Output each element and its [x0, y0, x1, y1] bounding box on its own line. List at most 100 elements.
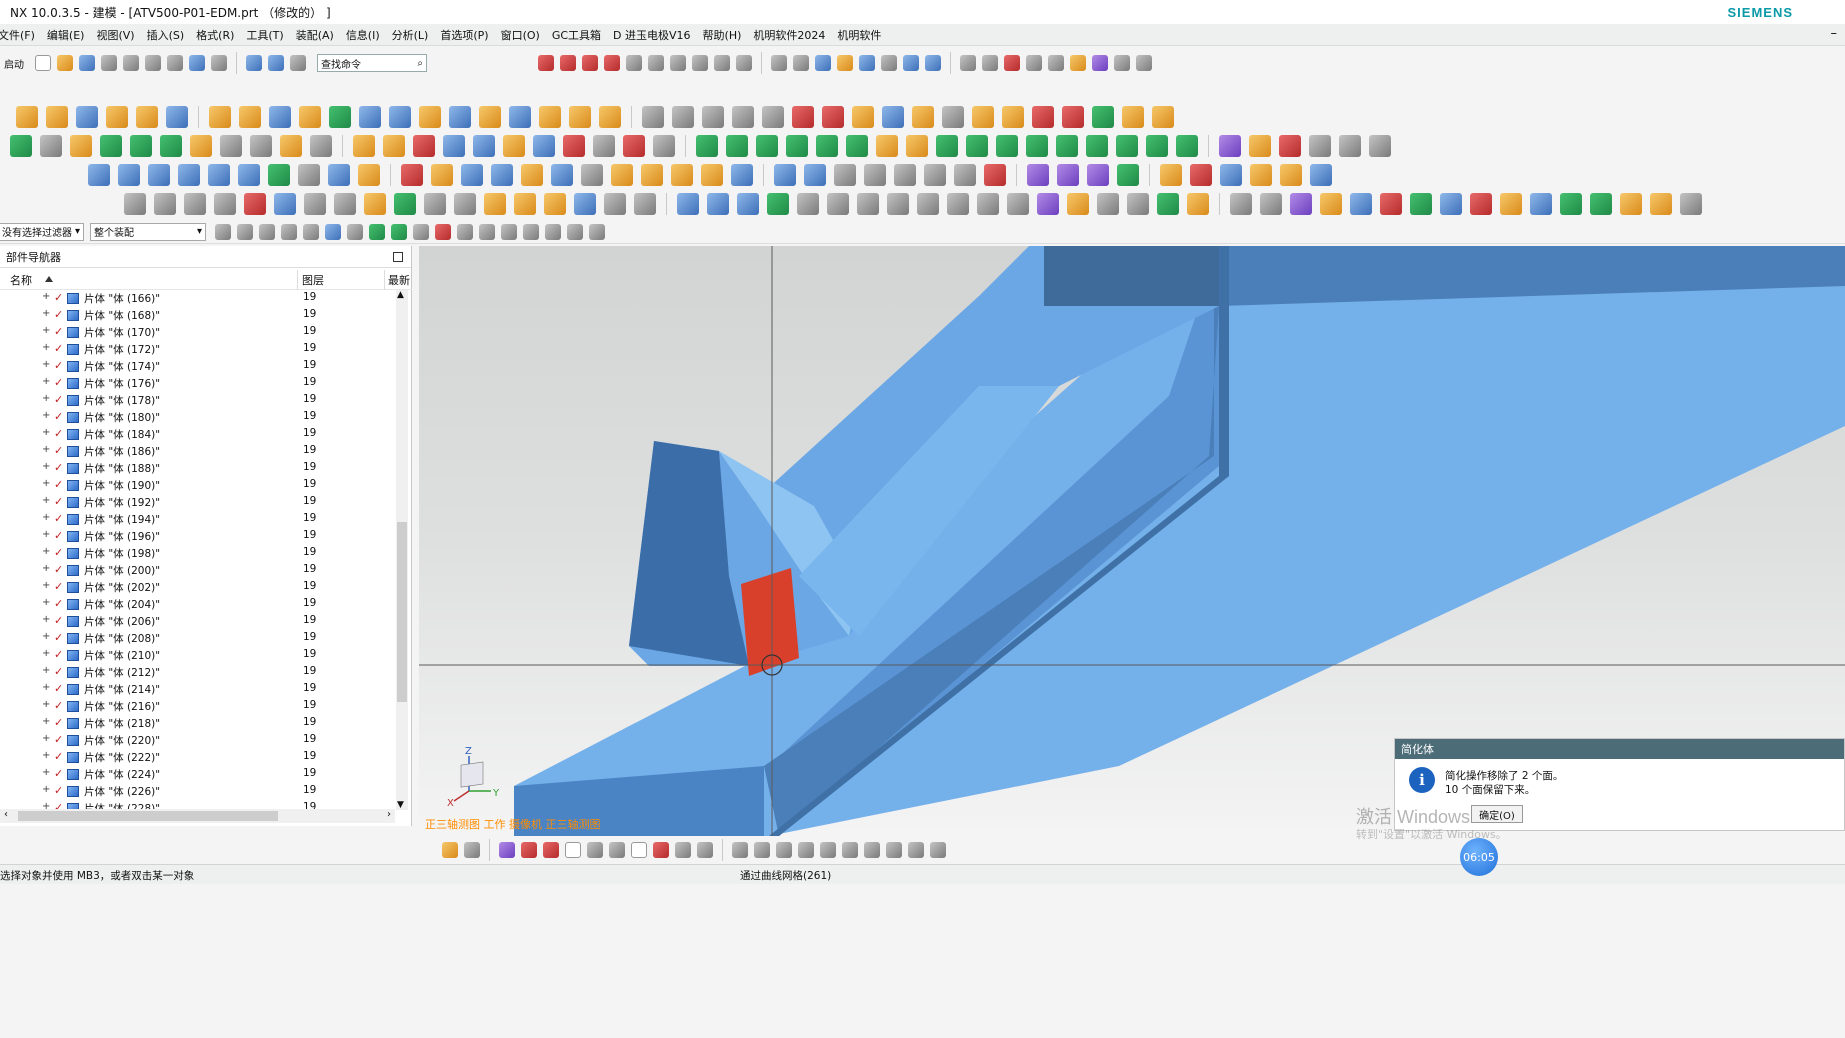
- visibility-check-icon[interactable]: ✓: [54, 496, 65, 507]
- command-search-input[interactable]: 查找命令 ⌕: [317, 54, 427, 72]
- fork-icon[interactable]: [238, 164, 260, 186]
- expand-icon[interactable]: +: [42, 563, 50, 574]
- visibility-check-icon[interactable]: ✓: [54, 343, 65, 354]
- tree-row[interactable]: + ✓ 片体 "体 (224)" 19: [0, 766, 395, 783]
- visibility-check-icon[interactable]: ✓: [54, 683, 65, 694]
- tool-icon[interactable]: [214, 193, 236, 215]
- electrode-11-icon[interactable]: [1056, 135, 1078, 157]
- eraser-icon[interactable]: [1279, 135, 1301, 157]
- tree-row[interactable]: + ✓ 片体 "体 (186)" 19: [0, 443, 395, 460]
- tree-row[interactable]: + ✓ 片体 "体 (222)" 19: [0, 749, 395, 766]
- navigator-horizontal-scrollbar[interactable]: ‹ ›: [0, 809, 395, 823]
- boolean-icon[interactable]: [166, 106, 188, 128]
- tree-row[interactable]: + ✓ 片体 "体 (168)" 19: [0, 307, 395, 324]
- sphere-icon[interactable]: [136, 106, 158, 128]
- tag-icon[interactable]: [1122, 106, 1144, 128]
- expand-icon[interactable]: +: [42, 648, 50, 659]
- menu-tools[interactable]: 工具(T): [240, 27, 289, 43]
- tree-row[interactable]: + ✓ 片体 "体 (192)" 19: [0, 494, 395, 511]
- brush-icon[interactable]: [1070, 55, 1086, 71]
- layered-cube-icon[interactable]: [641, 164, 663, 186]
- midpoint-icon[interactable]: [391, 223, 407, 240]
- open-folder-icon[interactable]: [57, 55, 73, 71]
- ribbon-icon[interactable]: [924, 164, 946, 186]
- analysis-icon[interactable]: [1092, 55, 1108, 71]
- fork-tool-2-icon[interactable]: [154, 193, 176, 215]
- visibility-check-icon[interactable]: ✓: [54, 547, 65, 558]
- visibility-check-icon[interactable]: ✓: [54, 768, 65, 779]
- expand-icon[interactable]: +: [42, 308, 50, 319]
- shell-icon[interactable]: [269, 106, 291, 128]
- extend-sheet-icon[interactable]: [443, 135, 465, 157]
- tree-row[interactable]: + ✓ 片体 "体 (212)" 19: [0, 664, 395, 681]
- tree-row[interactable]: + ✓ 片体 "体 (196)" 19: [0, 528, 395, 545]
- save-icon[interactable]: [79, 55, 95, 71]
- line-icon[interactable]: [521, 842, 537, 858]
- arc-icon[interactable]: [543, 842, 559, 858]
- arc-icon[interactable]: [560, 55, 576, 71]
- tree-row[interactable]: + ✓ 片体 "体 (204)" 19: [0, 596, 395, 613]
- select-all-icon[interactable]: [237, 223, 253, 240]
- menu-electrode[interactable]: D 进玉电极V16: [607, 27, 697, 43]
- tool-cursor-icon[interactable]: [328, 164, 350, 186]
- scroll-right-icon[interactable]: ›: [387, 809, 391, 820]
- law-extension-icon[interactable]: [653, 135, 675, 157]
- angle-icon[interactable]: [977, 193, 999, 215]
- bounded-plane-icon[interactable]: [503, 135, 525, 157]
- mirror-curve-icon[interactable]: [714, 55, 730, 71]
- gear-box-icon[interactable]: [1680, 193, 1702, 215]
- wrap-icon[interactable]: [599, 106, 621, 128]
- cylinder-icon[interactable]: [106, 106, 128, 128]
- expand-icon[interactable]: +: [42, 393, 50, 404]
- grid-icon[interactable]: [298, 164, 320, 186]
- flat-cube-icon[interactable]: [611, 164, 633, 186]
- expand-icon[interactable]: +: [42, 461, 50, 472]
- tree-row[interactable]: + ✓ 片体 "体 (216)" 19: [0, 698, 395, 715]
- start-button[interactable]: 启动: [4, 56, 24, 71]
- visibility-check-icon[interactable]: ✓: [54, 411, 65, 422]
- view-orient-icon[interactable]: [793, 55, 809, 71]
- shapes-icon[interactable]: [1027, 164, 1049, 186]
- corner-icon[interactable]: [776, 842, 792, 858]
- tree-row[interactable]: + ✓ 片体 "体 (202)" 19: [0, 579, 395, 596]
- fork-list-icon[interactable]: [424, 193, 446, 215]
- move-face-icon[interactable]: [702, 106, 724, 128]
- view-surface-icon[interactable]: [834, 164, 856, 186]
- column-divider[interactable]: [297, 270, 298, 290]
- expand-icon[interactable]: +: [42, 546, 50, 557]
- visibility-check-icon[interactable]: ✓: [54, 292, 65, 303]
- sweep-pattern-icon[interactable]: [894, 164, 916, 186]
- revolve-icon[interactable]: [46, 106, 68, 128]
- edge-display-icon[interactable]: [859, 55, 875, 71]
- expand-icon[interactable]: +: [42, 342, 50, 353]
- up-arrow-icon[interactable]: [244, 193, 266, 215]
- tree-row[interactable]: + ✓ 片体 "体 (176)" 19: [0, 375, 395, 392]
- tree-row[interactable]: + ✓ 片体 "体 (170)" 19: [0, 324, 395, 341]
- x-form-icon[interactable]: [593, 135, 615, 157]
- panel-icon[interactable]: [797, 193, 819, 215]
- cut-icon[interactable]: [123, 55, 139, 71]
- split-body-icon[interactable]: [419, 106, 441, 128]
- info-1-icon[interactable]: [604, 193, 626, 215]
- tree-row[interactable]: + ✓ 片体 "体 (208)" 19: [0, 630, 395, 647]
- list-icon[interactable]: [1160, 164, 1182, 186]
- remove-parameters-icon[interactable]: [792, 106, 814, 128]
- perpendicular-icon[interactable]: [457, 223, 473, 240]
- copy-face-icon[interactable]: [762, 106, 784, 128]
- electrode-1-icon[interactable]: [696, 135, 718, 157]
- trim-sheet-icon[interactable]: [413, 135, 435, 157]
- highlighted-face[interactable]: [741, 568, 799, 676]
- lamp-icon[interactable]: [954, 164, 976, 186]
- intersect-icon[interactable]: [1002, 106, 1024, 128]
- hole-icon[interactable]: [912, 106, 934, 128]
- red-box-icon[interactable]: [401, 164, 423, 186]
- vector-icon[interactable]: [947, 193, 969, 215]
- offset-curve-icon[interactable]: [670, 55, 686, 71]
- sweep-tool-icon[interactable]: [677, 193, 699, 215]
- circle-icon[interactable]: [565, 842, 581, 858]
- rotate-icon[interactable]: [925, 55, 941, 71]
- synchronous-icon[interactable]: [1092, 106, 1114, 128]
- column-name[interactable]: 名称: [10, 272, 32, 288]
- column-divider[interactable]: [384, 270, 385, 290]
- visibility-check-icon[interactable]: ✓: [54, 513, 65, 524]
